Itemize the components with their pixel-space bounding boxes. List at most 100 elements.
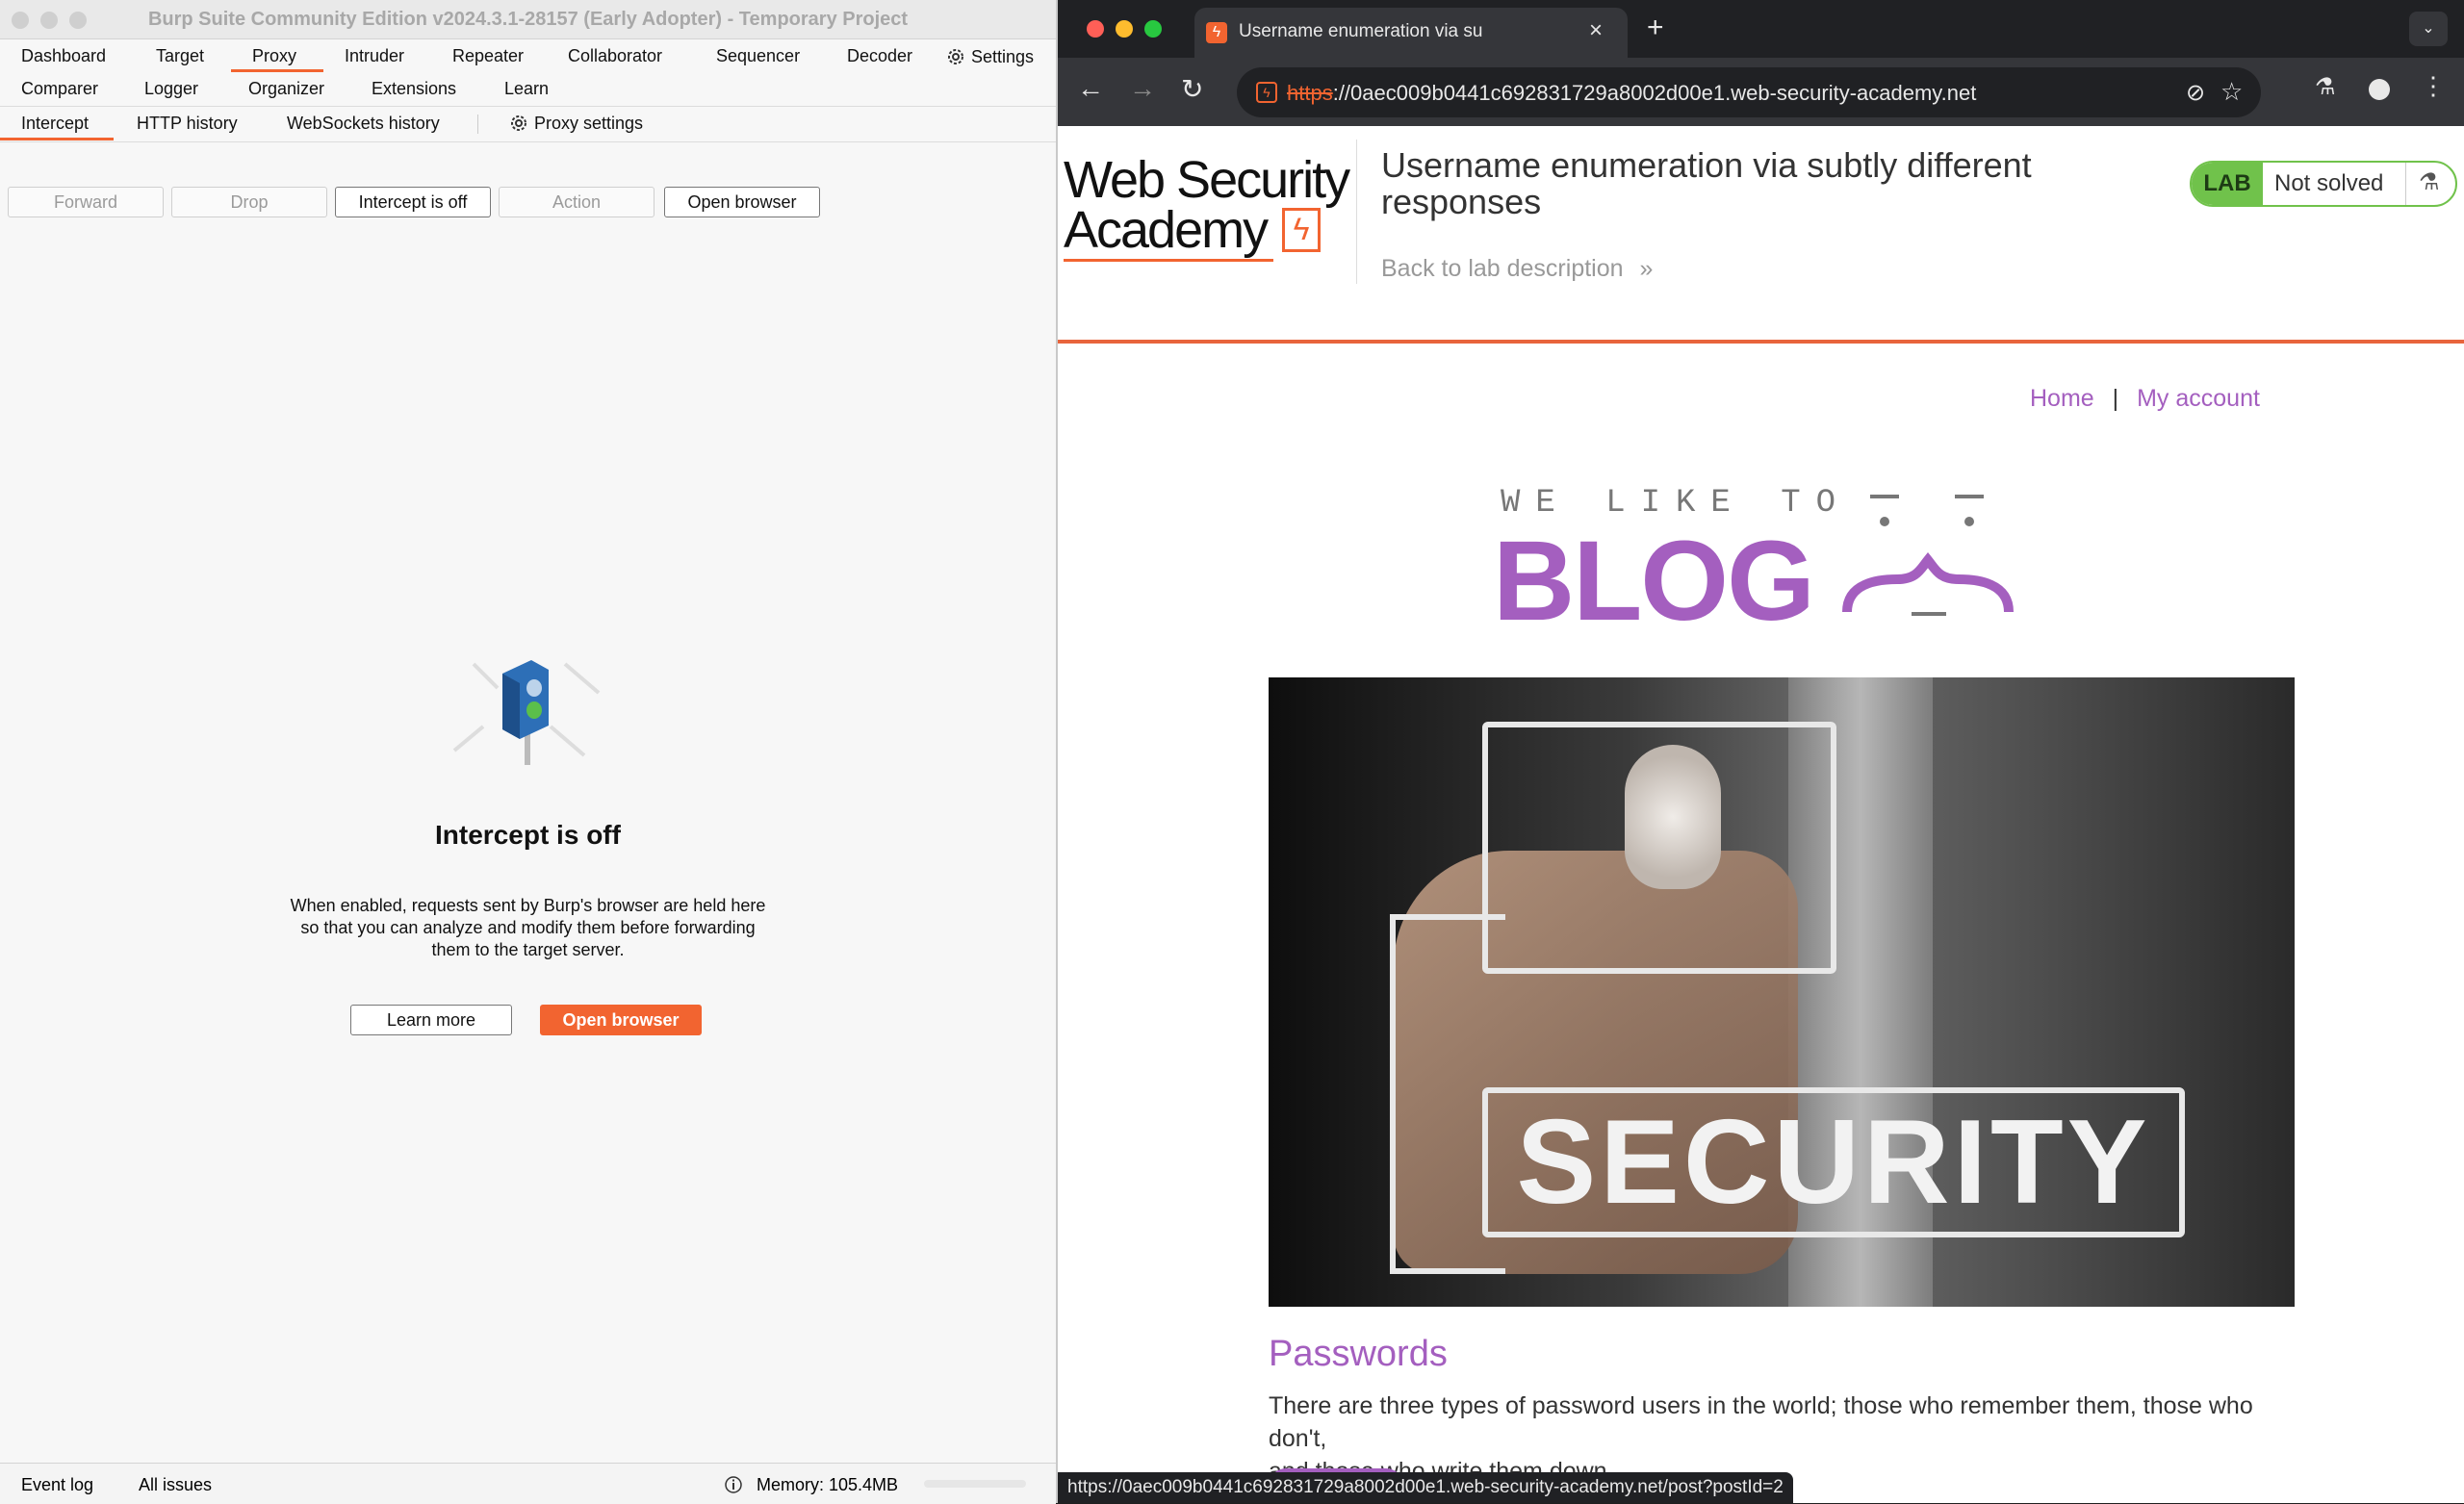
tab-extensions[interactable]: Extensions <box>372 79 456 99</box>
logo-line-1: Web Security <box>1064 151 1350 209</box>
tab-target[interactable]: Target <box>156 46 204 66</box>
burp-titlebar: Burp Suite Community Edition v2024.3.1-2… <box>0 0 1056 39</box>
intercept-off-description: When enabled, requests sent by Burp's br… <box>0 895 1056 961</box>
back-link-label: Back to lab description <box>1381 255 1624 282</box>
memory-bar <box>924 1480 1026 1488</box>
flask-icon[interactable]: ⚗ <box>2419 168 2440 196</box>
post-summary-line-1: There are three types of password users … <box>1269 1392 2253 1452</box>
logo-line-2-row: Academy ϟ <box>1064 201 1348 259</box>
proxy-settings-button[interactable]: Proxy settings <box>508 113 643 134</box>
tab-comparer[interactable]: Comparer <box>21 79 98 99</box>
tab-decoder[interactable]: Decoder <box>847 46 912 66</box>
learn-more-button[interactable]: Learn more <box>350 1005 512 1035</box>
gear-icon <box>948 49 963 64</box>
site-info-icon[interactable]: ϟ <box>1256 82 1277 103</box>
tab-proxy[interactable]: Proxy <box>252 46 296 66</box>
burp-window-title: Burp Suite Community Edition v2024.3.1-2… <box>147 9 909 30</box>
blog-word: BLOG <box>1493 518 1815 645</box>
drop-button[interactable]: Drop <box>171 187 327 217</box>
header-divider <box>1356 140 1357 284</box>
browser-tabstrip: ϟ Username enumeration via su × + ⌄ <box>1058 0 2464 58</box>
back-to-lab-link[interactable]: Back to lab description » <box>1381 255 1653 283</box>
tab-collaborator[interactable]: Collaborator <box>568 46 662 66</box>
labs-flask-icon[interactable]: ⚗ <box>2315 73 2336 101</box>
info-icon <box>725 1476 742 1493</box>
link-status-bubble: https://0aec009b0441c692831729a8002d00e1… <box>1058 1472 1793 1503</box>
gear-icon <box>511 115 526 131</box>
proxy-sub-tabs: Intercept HTTP history WebSockets histor… <box>0 106 1056 142</box>
tab-organizer[interactable]: Organizer <box>248 79 324 99</box>
intercept-toggle-button[interactable]: Intercept is off <box>335 187 491 217</box>
browser-tab-active[interactable]: ϟ Username enumeration via su × <box>1194 8 1628 58</box>
lightning-favicon-icon: ϟ <box>1206 22 1227 43</box>
lightning-logo-icon: ϟ <box>1282 208 1322 252</box>
lab-status-widget: LAB Not solved ⚗ <box>2190 161 2457 207</box>
main-tabs-row1: Dashboard Target Proxy Intruder Repeater… <box>0 39 1056 72</box>
subtab-websockets-history[interactable]: WebSockets history <box>287 114 440 134</box>
settings-label: Settings <box>971 47 1035 66</box>
description-line-3: them to the target server. <box>431 940 625 959</box>
tab-intruder[interactable]: Intruder <box>345 46 404 66</box>
settings-button[interactable]: Settings <box>945 46 1034 67</box>
url-text[interactable]: https://0aec009b0441c692831729a8002d00e1… <box>1287 81 1976 106</box>
nav-my-account-link[interactable]: My account <box>2137 385 2260 412</box>
tab-learn[interactable]: Learn <box>504 79 549 99</box>
open-browser-toolbar-button[interactable]: Open browser <box>664 187 820 217</box>
all-issues-button[interactable]: All issues <box>139 1475 212 1495</box>
blog-nav: Home | My account <box>2030 385 2260 413</box>
bookmark-star-icon[interactable]: ☆ <box>2220 77 2243 107</box>
nav-home-link[interactable]: Home <box>2030 385 2094 412</box>
reload-icon[interactable]: ↻ <box>1181 73 1203 105</box>
open-browser-button[interactable]: Open browser <box>540 1005 702 1035</box>
url-scheme: https <box>1287 81 1333 105</box>
description-line-2: so that you can analyze and modify them … <box>300 918 756 937</box>
new-tab-icon[interactable]: + <box>1647 12 1664 44</box>
close-window-button[interactable] <box>1087 20 1104 38</box>
hero-security-text: SECURITY <box>1516 1096 2151 1229</box>
zoom-window-button[interactable] <box>1144 20 1162 38</box>
tab-logger[interactable]: Logger <box>144 79 198 99</box>
logo-line-2: Academy <box>1064 201 1269 259</box>
security-frame: SECURITY <box>1482 1087 2185 1237</box>
menu-kebab-icon[interactable]: ⋮ <box>2421 71 2446 101</box>
academy-header: Web Security Academy ϟ Username enumerat… <box>1058 126 2464 344</box>
lab-status-divider <box>2405 163 2406 205</box>
url-host: ://0aec009b0441c692831729a8002d00e1.web-… <box>1332 81 1977 105</box>
tab-repeater[interactable]: Repeater <box>452 46 524 66</box>
subtab-intercept[interactable]: Intercept <box>21 114 89 134</box>
browser-toolbar: ← → ↻ ϟ https://0aec009b0441c692831729a8… <box>1058 58 2464 126</box>
browser-window: ϟ Username enumeration via su × + ⌄ ← → … <box>1058 0 2464 1503</box>
burp-window: Burp Suite Community Edition v2024.3.1-2… <box>0 0 1058 1504</box>
address-bar[interactable]: ϟ https://0aec009b0441c692831729a8002d00… <box>1237 67 2261 117</box>
academy-logo[interactable]: Web Security Academy ϟ <box>1064 151 1350 262</box>
tab-search-chevron-down-icon[interactable]: ⌄ <box>2409 12 2448 46</box>
description-line-1: When enabled, requests sent by Burp's br… <box>290 896 766 915</box>
close-tab-icon[interactable]: × <box>1589 17 1603 44</box>
event-log-button[interactable]: Event log <box>21 1475 93 1495</box>
forward-arrow-icon[interactable]: → <box>1129 73 1156 104</box>
traffic-light-icon <box>452 660 601 765</box>
profile-avatar-icon[interactable] <box>2369 79 2390 100</box>
double-chevron-right-icon: » <box>1639 255 1654 282</box>
browser-tab-title: Username enumeration via su <box>1239 21 1483 41</box>
eye-off-icon[interactable]: ⊘ <box>2186 79 2205 107</box>
lab-title-line-2: responses <box>1381 182 1542 221</box>
subtab-intercept-underline <box>0 138 114 140</box>
main-tabs-row2: Comparer Logger Organizer Extensions Lea… <box>0 73 1056 106</box>
burp-statusbar: Event log All issues Memory: 105.4MB <box>0 1463 1056 1504</box>
tab-sequencer[interactable]: Sequencer <box>716 46 800 66</box>
back-arrow-icon[interactable]: ← <box>1077 73 1104 104</box>
minimize-window-button[interactable] <box>1116 20 1133 38</box>
subtab-http-history[interactable]: HTTP history <box>137 114 238 134</box>
lab-title: Username enumeration via subtly differen… <box>1381 147 2032 220</box>
forward-button[interactable]: Forward <box>8 187 164 217</box>
fingerprint-icon <box>1625 745 1721 889</box>
lab-status-text: Not solved <box>2274 170 2384 196</box>
action-button[interactable]: Action <box>499 187 654 217</box>
logo-underline <box>1064 259 1273 262</box>
tab-proxy-underline <box>231 69 323 72</box>
post-title[interactable]: Passwords <box>1269 1334 1448 1375</box>
post-hero-image[interactable]: SECURITY <box>1269 677 2295 1307</box>
memory-usage: Memory: 105.4MB <box>757 1475 899 1494</box>
tab-dashboard[interactable]: Dashboard <box>21 46 106 66</box>
